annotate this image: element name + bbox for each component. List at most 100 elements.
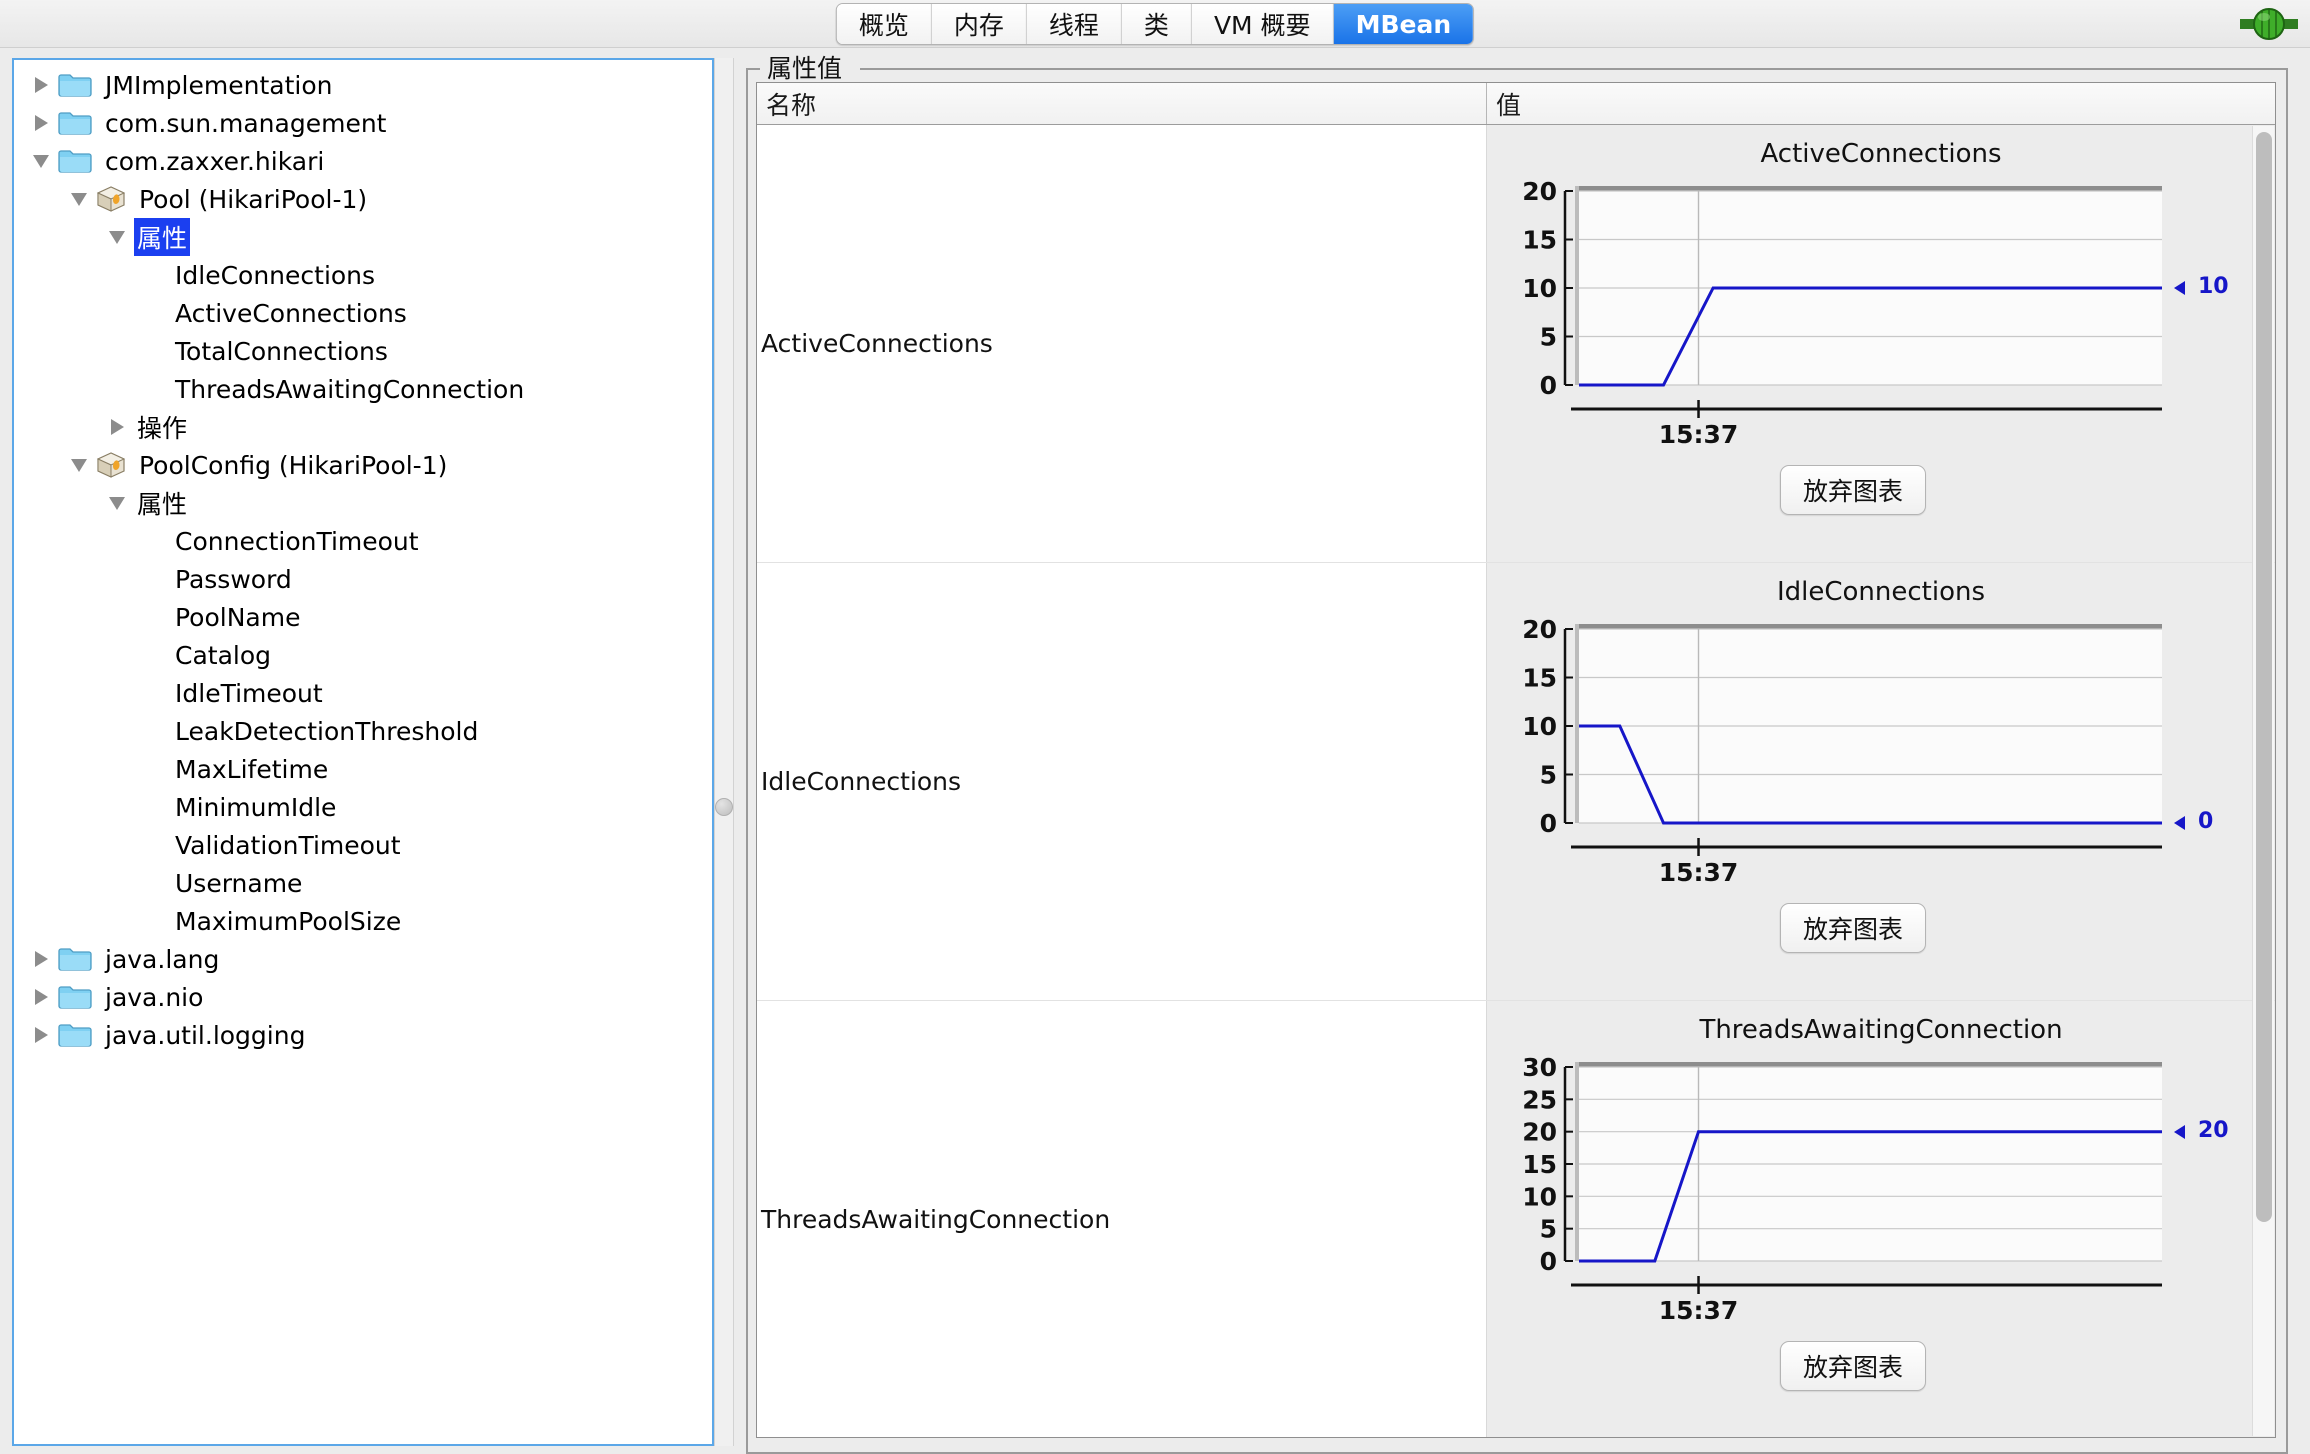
tree-node[interactable]: JMImplementation [14, 66, 712, 104]
chevron-right-icon[interactable] [28, 110, 54, 136]
discard-chart-button[interactable]: 放弃图表 [1780, 465, 1926, 515]
tree-node[interactable]: TotalConnections [14, 332, 712, 370]
chevron-right-icon[interactable] [104, 414, 130, 440]
tab-overview[interactable]: 概览 [837, 4, 932, 44]
tree-node[interactable]: ConnectionTimeout [14, 522, 712, 560]
tree-node[interactable]: IdleTimeout [14, 674, 712, 712]
discard-chart-button[interactable]: 放弃图表 [1780, 903, 1926, 953]
chevron-down-icon[interactable] [66, 186, 92, 212]
svg-text:0: 0 [1540, 809, 1557, 838]
tree-node[interactable]: ThreadsAwaitingConnection [14, 370, 712, 408]
tree-node-label: MinimumIdle [172, 792, 339, 823]
tree-node-label: 属性 [134, 484, 190, 522]
tree-node[interactable]: ValidationTimeout [14, 826, 712, 864]
tree-node[interactable]: MaxLifetime [14, 750, 712, 788]
svg-text:0: 0 [1540, 1247, 1557, 1276]
svg-text:15:37: 15:37 [1659, 858, 1739, 885]
tree-node[interactable]: PoolConfig (HikariPool-1) [14, 446, 712, 484]
tab-vm-summary[interactable]: VM 概要 [1192, 4, 1334, 44]
tree-node-label: TotalConnections [172, 336, 391, 367]
folder-icon [58, 1022, 92, 1048]
tree-node[interactable]: 属性 [14, 484, 712, 522]
tab-group: 概览 内存 线程 类 VM 概要 MBean [836, 3, 1474, 45]
tree-node[interactable]: Password [14, 560, 712, 598]
attribute-value-cell[interactable]: IdleConnections0510152015:370放弃图表 [1487, 563, 2275, 1000]
tree-node[interactable]: ActiveConnections [14, 294, 712, 332]
tree-node[interactable]: MaximumPoolSize [14, 902, 712, 940]
tree-node-label: 属性 [134, 218, 190, 256]
mbean-tree[interactable]: JMImplementation com.sun.management com.za… [14, 60, 712, 1444]
attribute-values-group: 属性值 名称 值 ActiveConnectionsActiveConnecti… [746, 68, 2288, 1454]
tree-node-label: ActiveConnections [172, 298, 410, 329]
svg-text:20: 20 [1522, 615, 1557, 644]
attribute-name-cell[interactable]: ThreadsAwaitingConnection [757, 1001, 1487, 1437]
svg-text:0: 0 [1540, 371, 1557, 400]
attribute-value-pane: 属性值 名称 值 ActiveConnectionsActiveConnecti… [736, 58, 2298, 1454]
current-value-label: 10 [2198, 274, 2229, 299]
table-row[interactable]: ActiveConnectionsActiveConnections051015… [757, 125, 2275, 563]
attribute-value-cell[interactable]: ActiveConnections0510152015:3710放弃图表 [1487, 125, 2275, 562]
tree-node[interactable]: com.zaxxer.hikari [14, 142, 712, 180]
tree-node-label: IdleConnections [172, 260, 378, 291]
tree-node[interactable]: PoolName [14, 598, 712, 636]
tree-node-label: ConnectionTimeout [172, 526, 422, 557]
attributes-table: 名称 值 ActiveConnectionsActiveConnections 0… [756, 82, 2276, 1438]
tree-node[interactable]: MinimumIdle [14, 788, 712, 826]
svg-text:5: 5 [1540, 1215, 1557, 1244]
chevron-down-icon[interactable] [104, 490, 130, 516]
svg-text:20: 20 [1522, 177, 1557, 206]
chevron-down-icon[interactable] [28, 148, 54, 174]
tree-node-label: Catalog [172, 640, 274, 671]
connection-plug-icon [2238, 7, 2300, 41]
tree-node-label: 操作 [134, 408, 190, 446]
tree-node[interactable]: java.nio [14, 978, 712, 1016]
tab-classes[interactable]: 类 [1122, 4, 1192, 44]
tree-node[interactable]: com.sun.management [14, 104, 712, 142]
attribute-chart: ActiveConnections0510152015:3710放弃图表 [1487, 125, 2275, 562]
split-pane-grip-icon[interactable] [715, 798, 733, 816]
split-pane-divider[interactable] [714, 58, 734, 1446]
column-header-name[interactable]: 名称 [757, 83, 1487, 124]
tree-node[interactable]: LeakDetectionThreshold [14, 712, 712, 750]
tree-node-label: com.sun.management [102, 108, 389, 139]
tree-node[interactable]: Catalog [14, 636, 712, 674]
tree-node-label: com.zaxxer.hikari [102, 146, 327, 177]
chevron-right-icon[interactable] [28, 984, 54, 1010]
tab-threads[interactable]: 线程 [1027, 4, 1122, 44]
chevron-right-icon[interactable] [28, 72, 54, 98]
chevron-right-icon[interactable] [28, 1022, 54, 1048]
folder-icon [58, 148, 92, 174]
tree-node-label: ValidationTimeout [172, 830, 404, 861]
chart-title: ThreadsAwaitingConnection [1487, 1015, 2275, 1045]
tree-node[interactable]: 属性 [14, 218, 712, 256]
column-header-value[interactable]: 值 [1487, 83, 2275, 124]
attribute-name-cell[interactable]: IdleConnections [757, 563, 1487, 1000]
folder-icon [58, 946, 92, 972]
tree-node[interactable]: 操作 [14, 408, 712, 446]
tree-node[interactable]: java.util.logging [14, 1016, 712, 1054]
svg-text:10: 10 [1522, 1182, 1557, 1211]
tab-memory[interactable]: 内存 [932, 4, 1027, 44]
group-border-top [748, 68, 2286, 70]
tree-node[interactable]: java.lang [14, 940, 712, 978]
table-row[interactable]: ThreadsAwaitingConnectionThreadsAwaiting… [757, 1001, 2275, 1438]
chevron-right-icon[interactable] [28, 946, 54, 972]
chevron-down-icon[interactable] [104, 224, 130, 250]
chevron-down-icon[interactable] [66, 452, 92, 478]
svg-text:15:37: 15:37 [1659, 420, 1739, 447]
value-column-scrollbar[interactable] [2252, 126, 2274, 1436]
scrollbar-thumb[interactable] [2256, 132, 2272, 1222]
table-row[interactable]: IdleConnectionsIdleConnections0510152015… [757, 563, 2275, 1001]
svg-text:15:37: 15:37 [1659, 1296, 1739, 1323]
discard-chart-button[interactable]: 放弃图表 [1780, 1341, 1926, 1391]
tree-node[interactable]: Pool (HikariPool-1) [14, 180, 712, 218]
mbean-tree-panel[interactable]: JMImplementation com.sun.management com.za… [12, 58, 714, 1446]
attribute-name-cell[interactable]: ActiveConnections [757, 125, 1487, 562]
tab-mbean[interactable]: MBean [1334, 4, 1474, 44]
attribute-value-cell[interactable]: ThreadsAwaitingConnection05101520253015:… [1487, 1001, 2275, 1437]
tree-node[interactable]: Username [14, 864, 712, 902]
tree-node-label: PoolConfig (HikariPool-1) [136, 450, 450, 481]
chart-title: ActiveConnections [1487, 139, 2275, 169]
current-value-label: 20 [2198, 1118, 2229, 1143]
tree-node[interactable]: IdleConnections [14, 256, 712, 294]
